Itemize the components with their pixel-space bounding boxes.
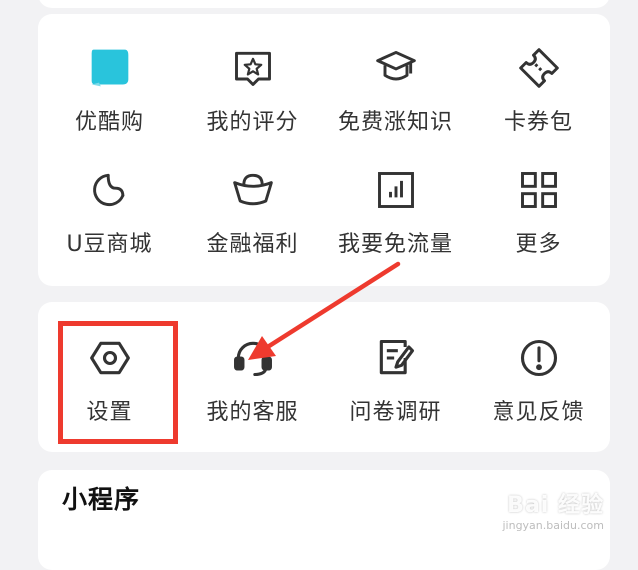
grid-more-icon: [515, 166, 563, 214]
ingot-icon: [229, 166, 277, 214]
menu-item-label: 我要免流量: [337, 232, 453, 257]
menu-item-u-bean-mall[interactable]: U豆商城: [38, 156, 181, 266]
menu-item-youku-shop[interactable]: 优酷购: [38, 34, 181, 144]
menu-item-label: 我的评分: [206, 110, 299, 135]
rating-star-icon: [229, 44, 277, 92]
menu-item-label: 我的客服: [206, 400, 299, 425]
coupon-ticket-icon: [515, 44, 563, 92]
tools-card: 设置 我的客服 问卷调研 意见反馈: [38, 302, 610, 452]
u-bean-icon: [86, 166, 134, 214]
menu-item-settings[interactable]: 设置: [38, 324, 181, 434]
data-chart-icon: [372, 166, 420, 214]
menu-item-label: 设置: [86, 400, 133, 425]
menu-item-label: U豆商城: [66, 232, 153, 257]
watermark-sub: jingyan.baidu.com: [502, 519, 604, 532]
menu-item-more[interactable]: 更多: [467, 156, 610, 266]
settings-icon: [86, 334, 134, 382]
feedback-icon: [515, 334, 563, 382]
menu-item-feedback[interactable]: 意见反馈: [467, 324, 610, 434]
menu-item-label: 优酷购: [74, 110, 144, 135]
menu-item-survey[interactable]: 问卷调研: [324, 324, 467, 434]
services-card: 优酷购 我的评分 免费涨知识 卡券包 U豆商城 金融福利 我要免流量 更多: [38, 14, 610, 286]
menu-item-coupons[interactable]: 卡券包: [467, 34, 610, 144]
menu-item-label: 免费涨知识: [337, 110, 453, 135]
menu-item-label: 问卷调研: [349, 400, 442, 425]
menu-item-label: 更多: [515, 232, 562, 257]
mini-programs-title: 小程序: [62, 485, 141, 514]
customer-service-icon: [229, 334, 277, 382]
graduation-cap-icon: [372, 44, 420, 92]
menu-item-label: 卡券包: [503, 110, 573, 135]
menu-item-label: 金融福利: [206, 232, 299, 257]
menu-item-customer-service[interactable]: 我的客服: [181, 324, 324, 434]
watermark-main: Bai 经验: [507, 493, 604, 518]
top-card: [38, 0, 610, 8]
menu-item-finance-benefits[interactable]: 金融福利: [181, 156, 324, 266]
youku-shop-icon: [86, 44, 134, 92]
menu-item-free-knowledge[interactable]: 免费涨知识: [324, 34, 467, 144]
menu-item-label: 意见反馈: [492, 400, 585, 425]
watermark: Bai 经验 jingyan.baidu.com: [502, 487, 604, 532]
menu-item-free-data[interactable]: 我要免流量: [324, 156, 467, 266]
survey-icon: [372, 334, 420, 382]
menu-item-my-rating[interactable]: 我的评分: [181, 34, 324, 144]
